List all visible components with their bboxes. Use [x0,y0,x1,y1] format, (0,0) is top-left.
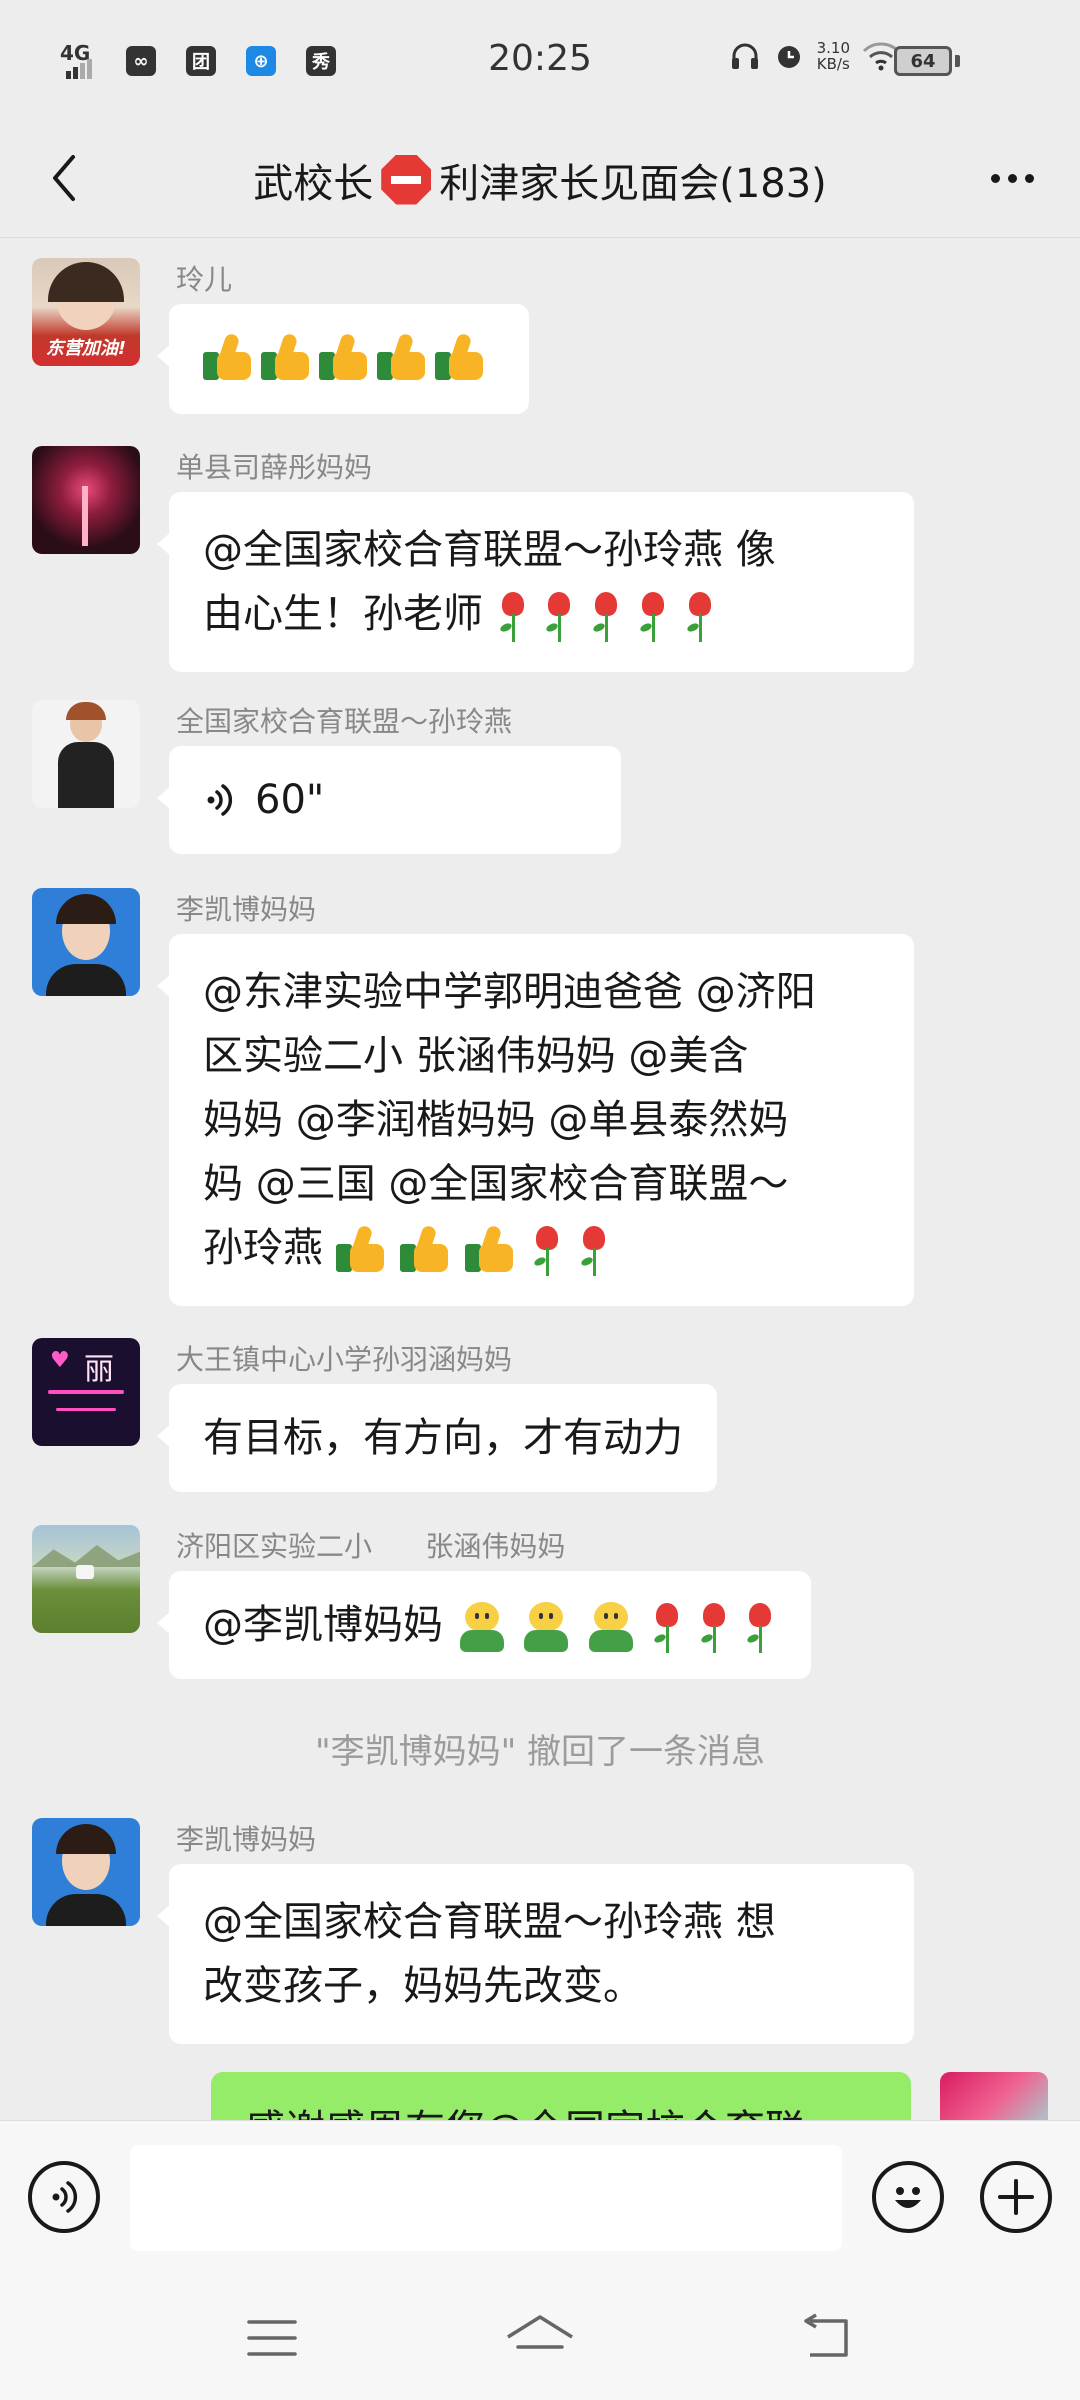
sender-name: 单县司薛彤妈妈 [176,451,373,484]
avatar[interactable] [32,446,140,554]
thumbs-up-icon [377,332,429,384]
menu-nav-button[interactable] [236,2308,308,2368]
self-avatar[interactable] [940,2072,1048,2120]
cellular-signal-icon: 4G [60,41,96,81]
more-options-button[interactable] [982,158,1042,198]
home-nav-button[interactable] [504,2308,576,2368]
thumbs-up-emoji-row [203,326,495,390]
avatar[interactable]: ♥ 丽 [32,1338,140,1446]
rose-icon [577,1222,611,1278]
rose-icon [636,588,670,644]
sender-name: 李凯博妈妈 [176,893,317,926]
hotspot-notification-icon: ⊕ [246,46,276,76]
message-bubble[interactable] [157,304,529,414]
rose-icon [496,588,530,644]
smiley-face-icon [895,2187,921,2208]
voice-wave-icon [52,2181,78,2213]
thumbs-up-icon [335,1224,388,1276]
avatar[interactable] [32,888,140,996]
rose-icon [743,1599,777,1655]
system-navigation-bar [0,2280,1080,2400]
message-list[interactable]: 东营加油! 玲儿 单县司薛彤妈妈 @全国家校合育联盟～孙玲燕 像 由心生！孙老师… [0,238,1080,2120]
smiley-figure-icon [520,1600,572,1654]
chat-header: 武校长 利津家长见面会(183) [0,122,1080,238]
rose-icon [589,588,623,644]
rose-icon [542,588,576,644]
message-bubble[interactable]: @全国家校合育联盟～孙玲燕 像 由心生！孙老师 [157,492,914,672]
avatar[interactable] [32,1818,140,1926]
rose-icon [697,1599,731,1655]
voice-duration: 60" [255,777,325,823]
chat-screen: 4G ∞ 团 ⊕ 秀 20:25 3.10 KB/s 64 武校长 利津家长见面会 [0,0,1080,2400]
rose-icon [650,1599,684,1655]
message-bubble[interactable]: @全国家校合育联盟～孙玲燕 想 改变孩子，妈妈先改变。 [157,1864,914,2044]
voice-playback-icon [207,784,233,816]
show-notification-icon: 秀 [306,46,336,76]
rose-icon [530,1222,564,1278]
message-input[interactable] [130,2145,842,2251]
thumbs-up-icon [465,1224,517,1276]
back-button[interactable] [34,148,94,208]
headphones-icon [731,43,758,69]
chat-title: 武校长 利津家长见面会(183) [253,151,827,209]
chevron-left-icon [53,155,75,201]
menu-icon [247,2320,297,2356]
back-arrow-icon [804,2313,848,2357]
back-nav-button[interactable] [790,2308,862,2368]
battery-indicator: 64 [894,46,960,76]
sender-name: 全国家校合育联盟～孙玲燕 [176,705,513,738]
thumbs-up-icon [319,332,371,384]
voice-input-button[interactable] [28,2161,100,2233]
smiley-figure-icon [585,1600,637,1654]
sender-name: 济阳区实验二小 张涵伟妈妈 [176,1530,566,1563]
self-message-item: 感谢感恩有您@全国家校合育联 [28,2072,1048,2120]
sender-name: 玲儿 [176,263,233,296]
sender-name: 大王镇中心小学孙羽涵妈妈 [176,1343,513,1376]
status-bar: 4G ∞ 团 ⊕ 秀 20:25 3.10 KB/s 64 [0,0,1080,122]
thumbs-up-icon [203,332,255,384]
voice-message-bubble[interactable]: 60" [157,746,621,854]
avatar[interactable] [32,700,140,808]
recall-notice: "李凯博妈妈" 撤回了一条消息 [314,1732,766,1772]
thumbs-up-icon [400,1224,452,1276]
sender-name: 李凯博妈妈 [176,1823,317,1856]
app-notification-icon: ∞ [126,46,156,76]
thumbs-up-icon [261,332,313,384]
heart-icon: ♥ [50,1348,70,1373]
status-left: 4G ∞ 团 ⊕ 秀 [60,41,336,81]
more-functions-button[interactable] [980,2161,1052,2233]
avatar[interactable] [32,1525,140,1633]
thumbs-up-icon [435,332,487,384]
stop-sign-icon [381,154,432,205]
rose-icon [683,588,717,644]
status-right: 3.10 KB/s [729,40,900,72]
self-message-bubble[interactable]: 感谢感恩有您@全国家校合育联 [211,2072,911,2120]
emoji-button[interactable] [872,2161,944,2233]
avatar[interactable]: 东营加油! [32,258,140,366]
message-bubble[interactable]: 有目标，有方向，才有动力 [157,1384,717,1492]
home-icon [507,2315,573,2349]
plus-icon [998,2179,1034,2215]
smiley-figure-icon [456,1600,508,1654]
message-bubble[interactable]: @东津实验中学郭明迪爸爸 @济阳 区实验二小 张涵伟妈妈 @美含 妈妈 @李润楷… [157,934,914,1306]
input-bar [0,2120,1080,2280]
group-notification-icon: 团 [186,46,216,76]
alarm-icon [777,46,800,68]
network-speed: 3.10 KB/s [816,39,850,73]
message-bubble[interactable]: @李凯博妈妈 [156,1571,812,1679]
